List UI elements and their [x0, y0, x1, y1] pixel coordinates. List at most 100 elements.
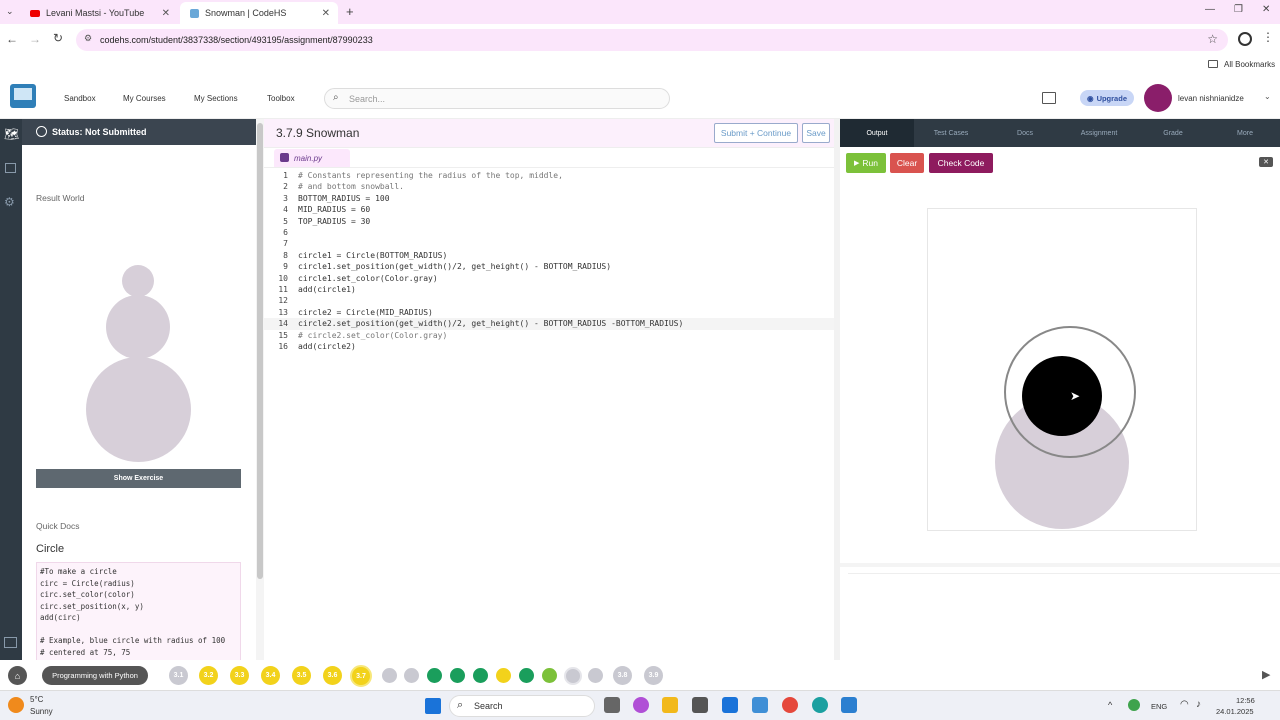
step-3-9[interactable]: 3.9 — [644, 666, 663, 685]
browser-menu-icon[interactable]: ⋮ — [1262, 30, 1274, 44]
nav-toolbox[interactable]: Toolbox — [267, 94, 295, 103]
code-area[interactable]: 1 # Constants representing the radius of … — [264, 170, 834, 660]
nav-my-courses[interactable]: My Courses — [123, 94, 166, 103]
reload-icon[interactable]: ↻ — [53, 31, 63, 45]
code-line[interactable]: 3 BOTTOM_RADIUS = 100 — [264, 193, 834, 204]
code-line[interactable]: 1 # Constants representing the radius of … — [264, 170, 834, 181]
code-line[interactable]: 6 — [264, 227, 834, 238]
chevron-down-icon[interactable]: ⌄ — [1264, 92, 1271, 101]
all-bookmarks[interactable]: All Bookmarks — [1224, 60, 1275, 69]
step-3-7[interactable]: 3.7 — [350, 665, 372, 687]
step-3-8[interactable]: 3.8 — [613, 666, 632, 685]
wifi-icon[interactable]: ◠ — [1180, 699, 1189, 710]
tab-assignment[interactable]: Assignment — [1062, 119, 1136, 147]
scroll-thumb[interactable] — [257, 123, 263, 579]
save-button[interactable]: Save — [802, 123, 830, 143]
address-bar[interactable]: ⚙ codehs.com/student/3837338/section/493… — [76, 29, 1228, 51]
tray-app-icon[interactable] — [1128, 699, 1140, 711]
video-icon[interactable] — [382, 668, 397, 683]
check-code-button[interactable]: Check Code — [929, 153, 993, 173]
code-line[interactable]: 9 circle1.set_position(get_width()/2, get… — [264, 261, 834, 272]
step-3-2[interactable]: 3.2 — [199, 666, 218, 685]
close-icon[interactable]: ✕ — [162, 8, 170, 19]
home-icon[interactable]: ⌂ — [8, 666, 27, 685]
clock-time[interactable]: 12:56 — [1236, 696, 1255, 705]
file-tab-main[interactable]: main.py — [274, 149, 350, 167]
codehs-logo[interactable] — [10, 84, 36, 108]
course-pill[interactable]: Programming with Python — [42, 666, 148, 685]
taskbar-search[interactable]: ⌕ Search — [449, 695, 595, 717]
code-line[interactable]: 14 circle2.set_position(get_width()/2, ge… — [264, 318, 834, 330]
tab-youtube[interactable]: Levani Mastsi - YouTube ✕ — [20, 2, 178, 24]
back-icon[interactable]: ← — [6, 32, 18, 46]
clear-button[interactable]: Clear — [890, 153, 924, 173]
tab-grade[interactable]: Grade — [1136, 119, 1210, 147]
language-indicator[interactable]: ENG — [1151, 702, 1167, 711]
step-3-1[interactable]: 3.1 — [169, 666, 188, 685]
tab-menu-icon[interactable]: ⌄ — [6, 6, 14, 17]
step-3-5[interactable]: 3.5 — [292, 666, 311, 685]
code-line[interactable]: 2 # and bottom snowball. — [264, 181, 834, 192]
console-splitter[interactable] — [840, 563, 1280, 567]
search-input[interactable]: ⌕ Search... — [324, 88, 670, 109]
step-3-3[interactable]: 3.3 — [230, 666, 249, 685]
copilot-icon[interactable] — [633, 697, 649, 713]
profile-icon[interactable] — [1238, 32, 1252, 46]
edge-icon[interactable] — [812, 697, 828, 713]
store-icon[interactable] — [692, 697, 708, 713]
tab-codehs[interactable]: Snowman | CodeHS ✕ — [180, 2, 338, 24]
username[interactable]: levan nishnianidze — [1178, 94, 1244, 103]
challenge-icon[interactable] — [588, 668, 603, 683]
code-line[interactable]: 8 circle1 = Circle(BOTTOM_RADIUS) — [264, 250, 834, 261]
window-close-icon[interactable]: ✕ — [1262, 4, 1270, 15]
tab-output[interactable]: Output — [840, 119, 914, 147]
file-explorer-icon[interactable] — [662, 697, 678, 713]
weather-icon[interactable] — [8, 697, 24, 713]
new-tab-button[interactable]: + — [346, 4, 354, 19]
clock-date[interactable]: 24.01.2025 — [1216, 707, 1254, 716]
exercise-icon[interactable] — [450, 668, 465, 683]
site-info-icon[interactable]: ⚙ — [84, 33, 92, 44]
code-line[interactable]: 7 — [264, 238, 834, 249]
folder-icon[interactable] — [5, 163, 16, 173]
app-icon[interactable] — [752, 697, 768, 713]
code-line[interactable]: 11 add(circle1) — [264, 284, 834, 295]
tab-test-cases[interactable]: Test Cases — [914, 119, 988, 147]
pencil-icon[interactable] — [542, 668, 557, 683]
close-icon[interactable]: ✕ — [322, 8, 330, 19]
upgrade-button[interactable]: ◉ Upgrade — [1080, 90, 1134, 106]
code-line[interactable]: 10 circle1.set_color(Color.gray) — [264, 273, 834, 284]
code-line[interactable]: 15 # circle2.set_color(Color.gray) — [264, 330, 834, 341]
run-button[interactable]: ▶ Run — [846, 153, 886, 173]
code-line[interactable]: 12 — [264, 295, 834, 306]
settings-icon[interactable]: ⚙ — [4, 195, 15, 209]
bookmark-star-icon[interactable]: ☆ — [1207, 32, 1218, 46]
windows-start-icon[interactable] — [425, 698, 441, 714]
exercise-icon[interactable] — [427, 668, 442, 683]
exercise-icon[interactable] — [473, 668, 488, 683]
code-line[interactable]: 5 TOP_RADIUS = 30 — [264, 216, 834, 227]
forward-icon[interactable]: → — [29, 32, 41, 46]
next-icon[interactable]: ▶ — [1262, 668, 1270, 681]
calendar-icon[interactable] — [1042, 92, 1056, 104]
check-icon[interactable] — [404, 668, 419, 683]
submit-continue-button[interactable]: Submit + Continue — [714, 123, 798, 143]
code-line[interactable]: 16 add(circle2) — [264, 341, 834, 352]
step-3-6[interactable]: 3.6 — [323, 666, 342, 685]
left-scrollbar[interactable] — [256, 119, 264, 660]
quiz-icon[interactable] — [496, 668, 511, 683]
step-3-4[interactable]: 3.4 — [261, 666, 280, 685]
nav-my-sections[interactable]: My Sections — [194, 94, 238, 103]
task-view-icon[interactable] — [604, 697, 620, 713]
exercise-icon[interactable] — [519, 668, 534, 683]
nav-sandbox[interactable]: Sandbox — [64, 94, 96, 103]
outlook-icon[interactable] — [722, 697, 738, 713]
avatar[interactable] — [1144, 84, 1172, 112]
map-icon[interactable]: 🗺 — [4, 127, 19, 141]
maximize-icon[interactable]: ❐ — [1234, 4, 1243, 15]
volume-icon[interactable]: ♪ — [1196, 699, 1201, 710]
current-exercise-icon[interactable] — [564, 667, 582, 685]
code-line[interactable]: 13 circle2 = Circle(MID_RADIUS) — [264, 307, 834, 318]
chrome-icon[interactable] — [782, 697, 798, 713]
app-icon-2[interactable] — [841, 697, 857, 713]
